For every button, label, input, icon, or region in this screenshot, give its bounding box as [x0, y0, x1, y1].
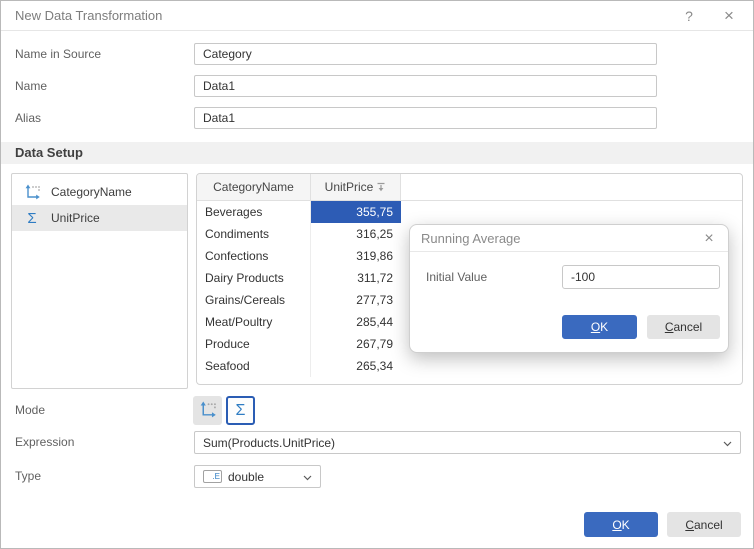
new-data-transformation-dialog: New Data Transformation ? × Name in Sour…	[0, 0, 754, 549]
expression-label: Expression	[15, 431, 74, 454]
cell-unitprice-selected[interactable]: 355,75	[311, 201, 401, 223]
field-item-categoryname[interactable]: CategoryName	[12, 179, 187, 205]
cell-category[interactable]: Grains/Cereals	[197, 289, 311, 311]
field-item-label: CategoryName	[51, 185, 132, 199]
dimension-icon	[199, 401, 216, 421]
ok-button-label: OK	[612, 518, 629, 532]
cell-category[interactable]: Meat/Poultry	[197, 311, 311, 333]
field-item-label: UnitPrice	[51, 211, 100, 225]
popup-close-icon[interactable]: ×	[700, 225, 718, 252]
name-in-source-label: Name in Source	[15, 43, 101, 65]
field-list: CategoryName Σ UnitPrice	[11, 173, 188, 389]
section-title: Data Setup	[15, 142, 83, 164]
chevron-down-icon	[303, 470, 312, 484]
cell-category[interactable]: Seafood	[197, 355, 311, 377]
cell-category[interactable]: Confections	[197, 245, 311, 267]
cell-unitprice[interactable]: 285,44	[311, 311, 401, 333]
name-label: Name	[15, 75, 47, 97]
popup-title: Running Average	[421, 225, 521, 252]
column-header-label: CategoryName	[213, 180, 294, 194]
table-row[interactable]: Beverages 355,75	[197, 201, 742, 223]
help-icon[interactable]: ?	[677, 1, 701, 31]
cell-unitprice[interactable]: 311,72	[311, 267, 401, 289]
sum-mode-button[interactable]: Σ	[226, 396, 255, 425]
grid-header-row: CategoryName UnitPrice	[197, 174, 742, 201]
initial-value-input[interactable]	[562, 265, 720, 289]
table-row[interactable]: Seafood 265,34	[197, 355, 742, 377]
cell-unitprice[interactable]: 316,25	[311, 223, 401, 245]
sigma-icon: Σ	[236, 403, 246, 419]
column-header-categoryname[interactable]: CategoryName	[197, 174, 311, 200]
name-in-source-input[interactable]	[194, 43, 657, 65]
dialog-title: New Data Transformation	[15, 1, 162, 31]
cell-unitprice[interactable]: 319,86	[311, 245, 401, 267]
cell-category[interactable]: Produce	[197, 333, 311, 355]
type-label: Type	[15, 465, 41, 488]
ok-button[interactable]: OK	[584, 512, 658, 537]
type-value: double	[228, 470, 303, 484]
close-icon[interactable]: ×	[717, 1, 741, 31]
popup-ok-button[interactable]: OK	[562, 315, 637, 339]
popup-ok-label: OK	[591, 320, 608, 334]
initial-value-label: Initial Value	[426, 265, 487, 289]
popup-cancel-label: Cancel	[665, 320, 702, 334]
popup-titlebar: Running Average ×	[410, 225, 728, 252]
name-in-source-row: Name in Source	[1, 43, 753, 65]
alias-label: Alias	[15, 107, 41, 129]
column-header-label: UnitPrice	[325, 180, 374, 194]
cell-category[interactable]: Dairy Products	[197, 267, 311, 289]
data-setup-section-header: Data Setup	[1, 142, 753, 164]
mode-label: Mode	[15, 396, 45, 425]
sort-descending-icon[interactable]	[376, 181, 386, 195]
alias-row: Alias	[1, 107, 753, 129]
cell-unitprice[interactable]: 265,34	[311, 355, 401, 377]
cancel-button[interactable]: Cancel	[667, 512, 741, 537]
cell-unitprice[interactable]: 267,79	[311, 333, 401, 355]
dimension-mode-button[interactable]	[193, 396, 222, 425]
name-row: Name	[1, 75, 753, 97]
alias-input[interactable]	[194, 107, 657, 129]
name-input[interactable]	[194, 75, 657, 97]
cell-unitprice[interactable]: 277,73	[311, 289, 401, 311]
cell-category[interactable]: Condiments	[197, 223, 311, 245]
expression-value: Sum(Products.UnitPrice)	[203, 436, 723, 450]
cancel-button-label: Cancel	[685, 518, 722, 532]
dimension-icon	[22, 184, 42, 200]
column-header-unitprice[interactable]: UnitPrice	[311, 174, 401, 200]
expression-combobox[interactable]: Sum(Products.UnitPrice)	[194, 431, 741, 454]
type-dropdown[interactable]: .E double	[194, 465, 321, 488]
double-type-icon: .E	[203, 470, 222, 483]
sigma-icon: Σ	[22, 210, 42, 227]
dialog-titlebar: New Data Transformation ? ×	[1, 1, 753, 31]
popup-cancel-button[interactable]: Cancel	[647, 315, 720, 339]
running-average-popup: Running Average × Initial Value OK Cance…	[409, 224, 729, 353]
cell-category[interactable]: Beverages	[197, 201, 311, 223]
field-item-unitprice[interactable]: Σ UnitPrice	[12, 205, 187, 231]
chevron-down-icon	[723, 436, 732, 450]
